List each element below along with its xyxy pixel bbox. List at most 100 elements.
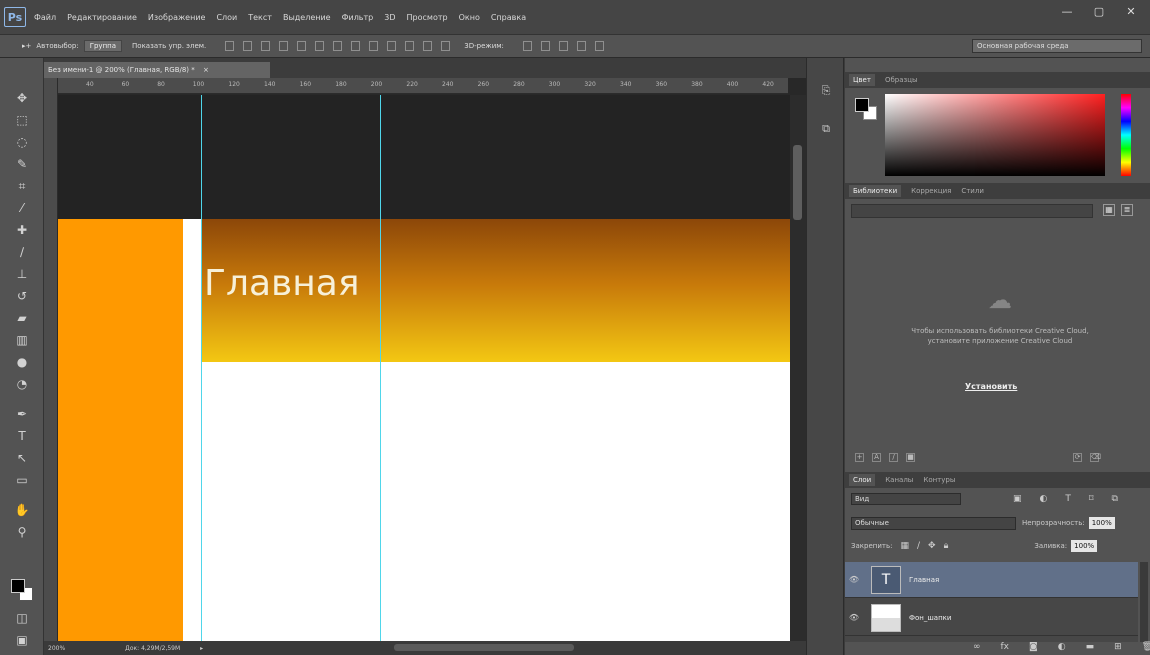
3d-rotate-icon[interactable]: [522, 41, 532, 51]
minimize-button[interactable]: —: [1058, 6, 1076, 18]
filter-shape-icon[interactable]: ⌑: [1089, 494, 1094, 504]
distribute-middle-icon[interactable]: [351, 41, 361, 51]
distribute-bottom-icon[interactable]: [369, 41, 379, 51]
path-select-icon[interactable]: ↖: [13, 450, 31, 466]
horizontal-ruler[interactable]: 40 60 80 100 120 140 160 180 200 220 240 260 280 300 3…: [58, 78, 788, 94]
document-tab[interactable]: Без имени-1 @ 200% (Главная, RGB/8) * ×: [44, 62, 270, 78]
screen-mode-icon[interactable]: ▣: [13, 632, 31, 648]
color-picker-field[interactable]: [885, 94, 1105, 176]
move-icon[interactable]: ✥: [13, 90, 31, 106]
adjustment-layer-icon[interactable]: ◐: [1058, 642, 1066, 652]
autoselect-select[interactable]: Группа: [83, 40, 123, 52]
lasso-icon[interactable]: ◌: [13, 134, 31, 150]
distribute-top-icon[interactable]: [333, 41, 343, 51]
visibility-eye-icon[interactable]: 👁︎: [845, 575, 863, 584]
horizontal-scroll-thumb[interactable]: [394, 644, 574, 651]
tab-channels[interactable]: Каналы: [885, 476, 913, 484]
layer-row-header-bg[interactable]: 👁︎ Фон_шапки: [845, 600, 1138, 636]
list-view-icon[interactable]: ≣: [1121, 204, 1133, 216]
brush-add-icon[interactable]: /: [889, 452, 898, 462]
status-arrow-icon[interactable]: ▸: [200, 645, 203, 652]
menu-window[interactable]: Окно: [459, 13, 480, 22]
menu-edit[interactable]: Редактирование: [67, 13, 137, 22]
distribute-center-icon[interactable]: [405, 41, 415, 51]
eraser-icon[interactable]: ▰: [13, 310, 31, 326]
blend-mode-select[interactable]: Обычные: [851, 516, 1016, 530]
layer-filter-select[interactable]: Вид: [851, 493, 961, 505]
distribute-left-icon[interactable]: [387, 41, 397, 51]
add-content-icon[interactable]: +: [855, 452, 864, 462]
lock-all-icon[interactable]: 🔒︎: [944, 541, 949, 551]
menu-help[interactable]: Справка: [491, 13, 526, 22]
menu-image[interactable]: Изображение: [148, 13, 206, 22]
canvas[interactable]: Главная: [58, 95, 790, 641]
lock-pixels-icon[interactable]: ▦: [900, 541, 909, 551]
healing-icon[interactable]: ✚: [13, 222, 31, 238]
text-style-icon[interactable]: A: [872, 452, 881, 462]
visibility-eye-icon[interactable]: 👁︎: [845, 613, 863, 622]
lock-position-icon[interactable]: ✥: [928, 541, 936, 551]
history-brush-icon[interactable]: ↺: [13, 288, 31, 304]
install-link[interactable]: Установить: [965, 382, 1017, 391]
tab-styles[interactable]: Стили: [961, 187, 984, 195]
vertical-ruler[interactable]: [44, 78, 58, 641]
lock-paint-icon[interactable]: ∕: [917, 541, 920, 551]
menu-select[interactable]: Выделение: [283, 13, 331, 22]
fill-input[interactable]: 100%: [1071, 540, 1098, 552]
tab-paths[interactable]: Контуры: [923, 476, 955, 484]
show-controls-checkbox[interactable]: Показать упр. элем.: [132, 42, 206, 50]
grid-view-icon[interactable]: ▦: [1103, 204, 1115, 216]
brush-icon[interactable]: ∕: [13, 244, 31, 260]
align-middle-icon[interactable]: [243, 41, 253, 51]
3d-pan-icon[interactable]: [558, 41, 568, 51]
guide-line-left[interactable]: [201, 95, 202, 641]
delete-layer-icon[interactable]: 🗑︎: [1142, 642, 1150, 652]
tab-libraries[interactable]: Библиотеки: [849, 185, 902, 197]
3d-roll-icon[interactable]: [540, 41, 550, 51]
layer-row-heading[interactable]: 👁︎ T Главная: [845, 562, 1138, 598]
eyedropper-icon[interactable]: ⁄: [13, 200, 31, 216]
align-top-icon[interactable]: [225, 41, 235, 51]
align-bottom-icon[interactable]: [261, 41, 271, 51]
align-right-icon[interactable]: [315, 41, 325, 51]
menu-layers[interactable]: Слои: [216, 13, 237, 22]
gradient-icon[interactable]: ▥: [13, 332, 31, 348]
foreground-color-swatch[interactable]: [11, 579, 25, 593]
hand-icon[interactable]: ✋: [13, 502, 31, 518]
distribute-right-icon[interactable]: [423, 41, 433, 51]
maximize-button[interactable]: ▢: [1090, 6, 1108, 18]
history-panel-icon[interactable]: ⎘: [818, 84, 834, 98]
tab-swatches[interactable]: Образцы: [885, 76, 918, 84]
auto-align-icon[interactable]: [441, 41, 451, 51]
quick-select-icon[interactable]: ✎: [13, 156, 31, 172]
menu-file[interactable]: Файл: [34, 13, 56, 22]
menu-3d[interactable]: 3D: [384, 13, 395, 22]
layer-name[interactable]: Главная: [909, 576, 939, 584]
link-layers-icon[interactable]: ∞: [973, 642, 981, 652]
zoom-icon[interactable]: ⚲: [13, 524, 31, 540]
3d-scale-icon[interactable]: [594, 41, 604, 51]
vertical-scrollbar[interactable]: [790, 95, 806, 641]
new-layer-icon[interactable]: ⊞: [1114, 642, 1122, 652]
close-tab-icon[interactable]: ×: [203, 66, 209, 74]
workspace-select[interactable]: Основная рабочая среда: [972, 39, 1142, 53]
layers-scrollbar[interactable]: [1140, 562, 1148, 642]
new-group-icon[interactable]: ▬: [1086, 642, 1095, 652]
filter-adjust-icon[interactable]: ◐: [1040, 494, 1048, 504]
filter-pixel-icon[interactable]: ▣: [1013, 494, 1022, 504]
library-delete-icon[interactable]: ⌫: [1090, 452, 1101, 462]
library-sync-icon[interactable]: ⟳: [1073, 452, 1082, 462]
library-search-input[interactable]: [851, 204, 1093, 218]
align-left-icon[interactable]: [279, 41, 289, 51]
stamp-icon[interactable]: ⊥: [13, 266, 31, 282]
tab-color[interactable]: Цвет: [849, 74, 875, 86]
hue-slider[interactable]: [1121, 94, 1131, 176]
menu-type[interactable]: Текст: [248, 13, 272, 22]
menu-filter[interactable]: Фильтр: [342, 13, 374, 22]
tab-adjustments[interactable]: Коррекция: [911, 187, 951, 195]
autoselect-label[interactable]: Автовыбор:: [36, 42, 78, 50]
marquee-icon[interactable]: ⬚: [13, 112, 31, 128]
quick-mask-icon[interactable]: ◫: [13, 610, 31, 626]
crop-icon[interactable]: ⌗: [13, 178, 31, 194]
panel-foreground-swatch[interactable]: [855, 98, 869, 112]
